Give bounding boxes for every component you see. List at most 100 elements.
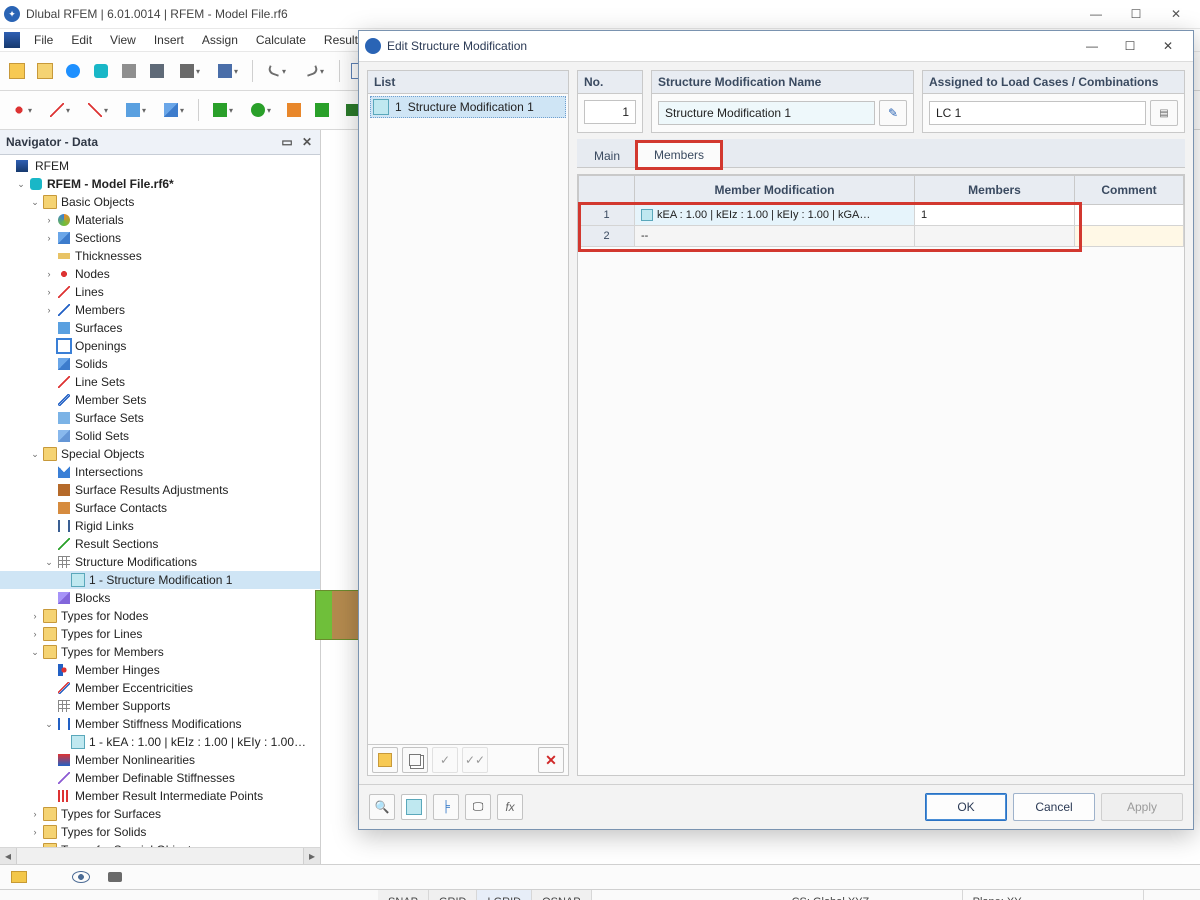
- tree-surfaces[interactable]: Surfaces: [75, 321, 122, 335]
- navigator-restore-icon[interactable]: ▭: [280, 135, 294, 149]
- camera-button[interactable]: [102, 864, 128, 890]
- list-check-button[interactable]: ✓: [432, 747, 458, 773]
- tree-surf-results-adj[interactable]: Surface Results Adjustments: [75, 483, 228, 497]
- col-member-mod[interactable]: Member Modification: [635, 176, 915, 205]
- no-field[interactable]: 1: [584, 100, 636, 124]
- menu-assign[interactable]: Assign: [194, 31, 246, 49]
- select-color-button[interactable]: [401, 794, 427, 820]
- navigator-close-icon[interactable]: ✕: [300, 135, 314, 149]
- undo-button[interactable]: ▾: [259, 58, 295, 84]
- list-item[interactable]: 1 Structure Modification 1: [370, 96, 566, 118]
- menu-file[interactable]: File: [26, 31, 61, 49]
- tree-member-ecc[interactable]: Member Eccentricities: [75, 681, 193, 695]
- tree-lines[interactable]: Lines: [75, 285, 104, 299]
- navigator-hscroll[interactable]: ◂ ▸: [0, 847, 320, 864]
- scroll-left-icon[interactable]: ◂: [0, 848, 17, 864]
- load-type3-button[interactable]: [281, 97, 307, 123]
- ok-button[interactable]: OK: [925, 793, 1007, 821]
- app-menu-icon[interactable]: [4, 32, 20, 48]
- function-button[interactable]: fx: [497, 794, 523, 820]
- scroll-right-icon[interactable]: ▸: [303, 848, 320, 864]
- tree-rigid-links[interactable]: Rigid Links: [75, 519, 134, 533]
- load-type1-button[interactable]: ▾: [205, 97, 241, 123]
- name-field[interactable]: Structure Modification 1: [658, 101, 875, 125]
- navigator-tree[interactable]: RFEM ⌄RFEM - Model File.rf6* ⌄Basic Obje…: [0, 155, 320, 847]
- tab-members[interactable]: Members: [637, 142, 721, 168]
- cancel-button[interactable]: Cancel: [1013, 793, 1095, 821]
- nodal-load-button[interactable]: ▾: [4, 97, 40, 123]
- tree-member-sets[interactable]: Member Sets: [75, 393, 146, 407]
- load-type4-button[interactable]: [309, 97, 335, 123]
- block-manager-button[interactable]: [88, 58, 114, 84]
- list-check2-button[interactable]: ✓✓: [462, 747, 488, 773]
- member-load-button[interactable]: ▾: [80, 97, 116, 123]
- status-snap[interactable]: SNAP: [378, 890, 429, 900]
- cell-members[interactable]: [915, 226, 1075, 247]
- list-new-button[interactable]: [372, 747, 398, 773]
- tree-select-button[interactable]: ╞: [433, 794, 459, 820]
- view-select-button[interactable]: 🖵: [465, 794, 491, 820]
- comment-button[interactable]: [6, 864, 32, 890]
- list-delete-button[interactable]: ✕: [538, 747, 564, 773]
- apply-button[interactable]: Apply: [1101, 793, 1183, 821]
- table-row[interactable]: 1 kEA : 1.00 | kEIz : 1.00 | kEIy : 1.00…: [579, 205, 1184, 226]
- views-eye-button[interactable]: [68, 864, 94, 890]
- print-button[interactable]: ▾: [172, 58, 208, 84]
- model-manager-button[interactable]: [60, 58, 86, 84]
- dialog-minimize-button[interactable]: —: [1073, 31, 1111, 61]
- menu-edit[interactable]: Edit: [63, 31, 100, 49]
- tree-sections[interactable]: Sections: [75, 231, 121, 245]
- tree-basic-objects[interactable]: Basic Objects: [61, 195, 134, 209]
- cell-comment[interactable]: [1075, 226, 1184, 247]
- tree-surf-contacts[interactable]: Surface Contacts: [75, 501, 167, 515]
- tree-member-result-pts[interactable]: Member Result Intermediate Points: [75, 789, 263, 803]
- col-members[interactable]: Members: [915, 176, 1075, 205]
- surface-load-button[interactable]: ▾: [118, 97, 154, 123]
- tab-main[interactable]: Main: [577, 143, 637, 168]
- tree-member-stiff-mods[interactable]: Member Stiffness Modifications: [75, 717, 242, 731]
- tree-member-def-stiff[interactable]: Member Definable Stiffnesses: [75, 771, 235, 785]
- tree-surface-sets[interactable]: Surface Sets: [75, 411, 144, 425]
- solid-load-button[interactable]: ▾: [156, 97, 192, 123]
- tree-line-sets[interactable]: Line Sets: [75, 375, 125, 389]
- line-load-button[interactable]: ▾: [42, 97, 78, 123]
- tree-struct-mod-1[interactable]: 1 - Structure Modification 1: [89, 573, 232, 587]
- tree-nodes[interactable]: Nodes: [75, 267, 110, 281]
- maximize-button[interactable]: ☐: [1116, 0, 1156, 28]
- tree-members[interactable]: Members: [75, 303, 125, 317]
- tree-result-sections[interactable]: Result Sections: [75, 537, 158, 551]
- minimize-button[interactable]: —: [1076, 0, 1116, 28]
- tree-intersections[interactable]: Intersections: [75, 465, 143, 479]
- tree-member-stiff-mod-1[interactable]: 1 - kEA : 1.00 | kEIz : 1.00 | kEIy : 1.…: [89, 735, 306, 749]
- tree-types-surfaces[interactable]: Types for Surfaces: [61, 807, 161, 821]
- tree-types-lines[interactable]: Types for Lines: [61, 627, 142, 641]
- tree-model[interactable]: RFEM - Model File.rf6*: [47, 177, 174, 191]
- tree-thicknesses[interactable]: Thicknesses: [75, 249, 142, 263]
- assign-list-button[interactable]: ▤: [1150, 100, 1178, 126]
- load-type2-button[interactable]: ▾: [243, 97, 279, 123]
- save-button[interactable]: [144, 58, 170, 84]
- cell-mod[interactable]: kEA : 1.00 | kEIz : 1.00 | kEIy : 1.00 |…: [635, 205, 915, 226]
- redo-button[interactable]: ▾: [297, 58, 333, 84]
- status-grid[interactable]: GRID: [429, 890, 478, 900]
- open-button[interactable]: [32, 58, 58, 84]
- print-graphic-button[interactable]: [116, 58, 142, 84]
- list-copy-button[interactable]: [402, 747, 428, 773]
- tree-root[interactable]: RFEM: [35, 159, 69, 173]
- status-lgrid[interactable]: LGRID: [477, 890, 532, 900]
- dialog-close-button[interactable]: ✕: [1149, 31, 1187, 61]
- assign-field[interactable]: LC 1: [929, 101, 1146, 125]
- cell-members[interactable]: 1: [915, 205, 1075, 226]
- tree-struct-mods[interactable]: Structure Modifications: [75, 555, 197, 569]
- tree-solid-sets[interactable]: Solid Sets: [75, 429, 129, 443]
- cell-mod[interactable]: --: [635, 226, 915, 247]
- edit-name-button[interactable]: ✎: [879, 100, 907, 126]
- tree-member-supports[interactable]: Member Supports: [75, 699, 170, 713]
- tree-materials[interactable]: Materials: [75, 213, 124, 227]
- tree-types-solids[interactable]: Types for Solids: [61, 825, 146, 839]
- tree-types-nodes[interactable]: Types for Nodes: [61, 609, 148, 623]
- status-osnap[interactable]: OSNAP: [532, 890, 592, 900]
- tree-member-hinges[interactable]: Member Hinges: [75, 663, 160, 677]
- tree-member-nonlin[interactable]: Member Nonlinearities: [75, 753, 195, 767]
- pick-button[interactable]: 🔍: [369, 794, 395, 820]
